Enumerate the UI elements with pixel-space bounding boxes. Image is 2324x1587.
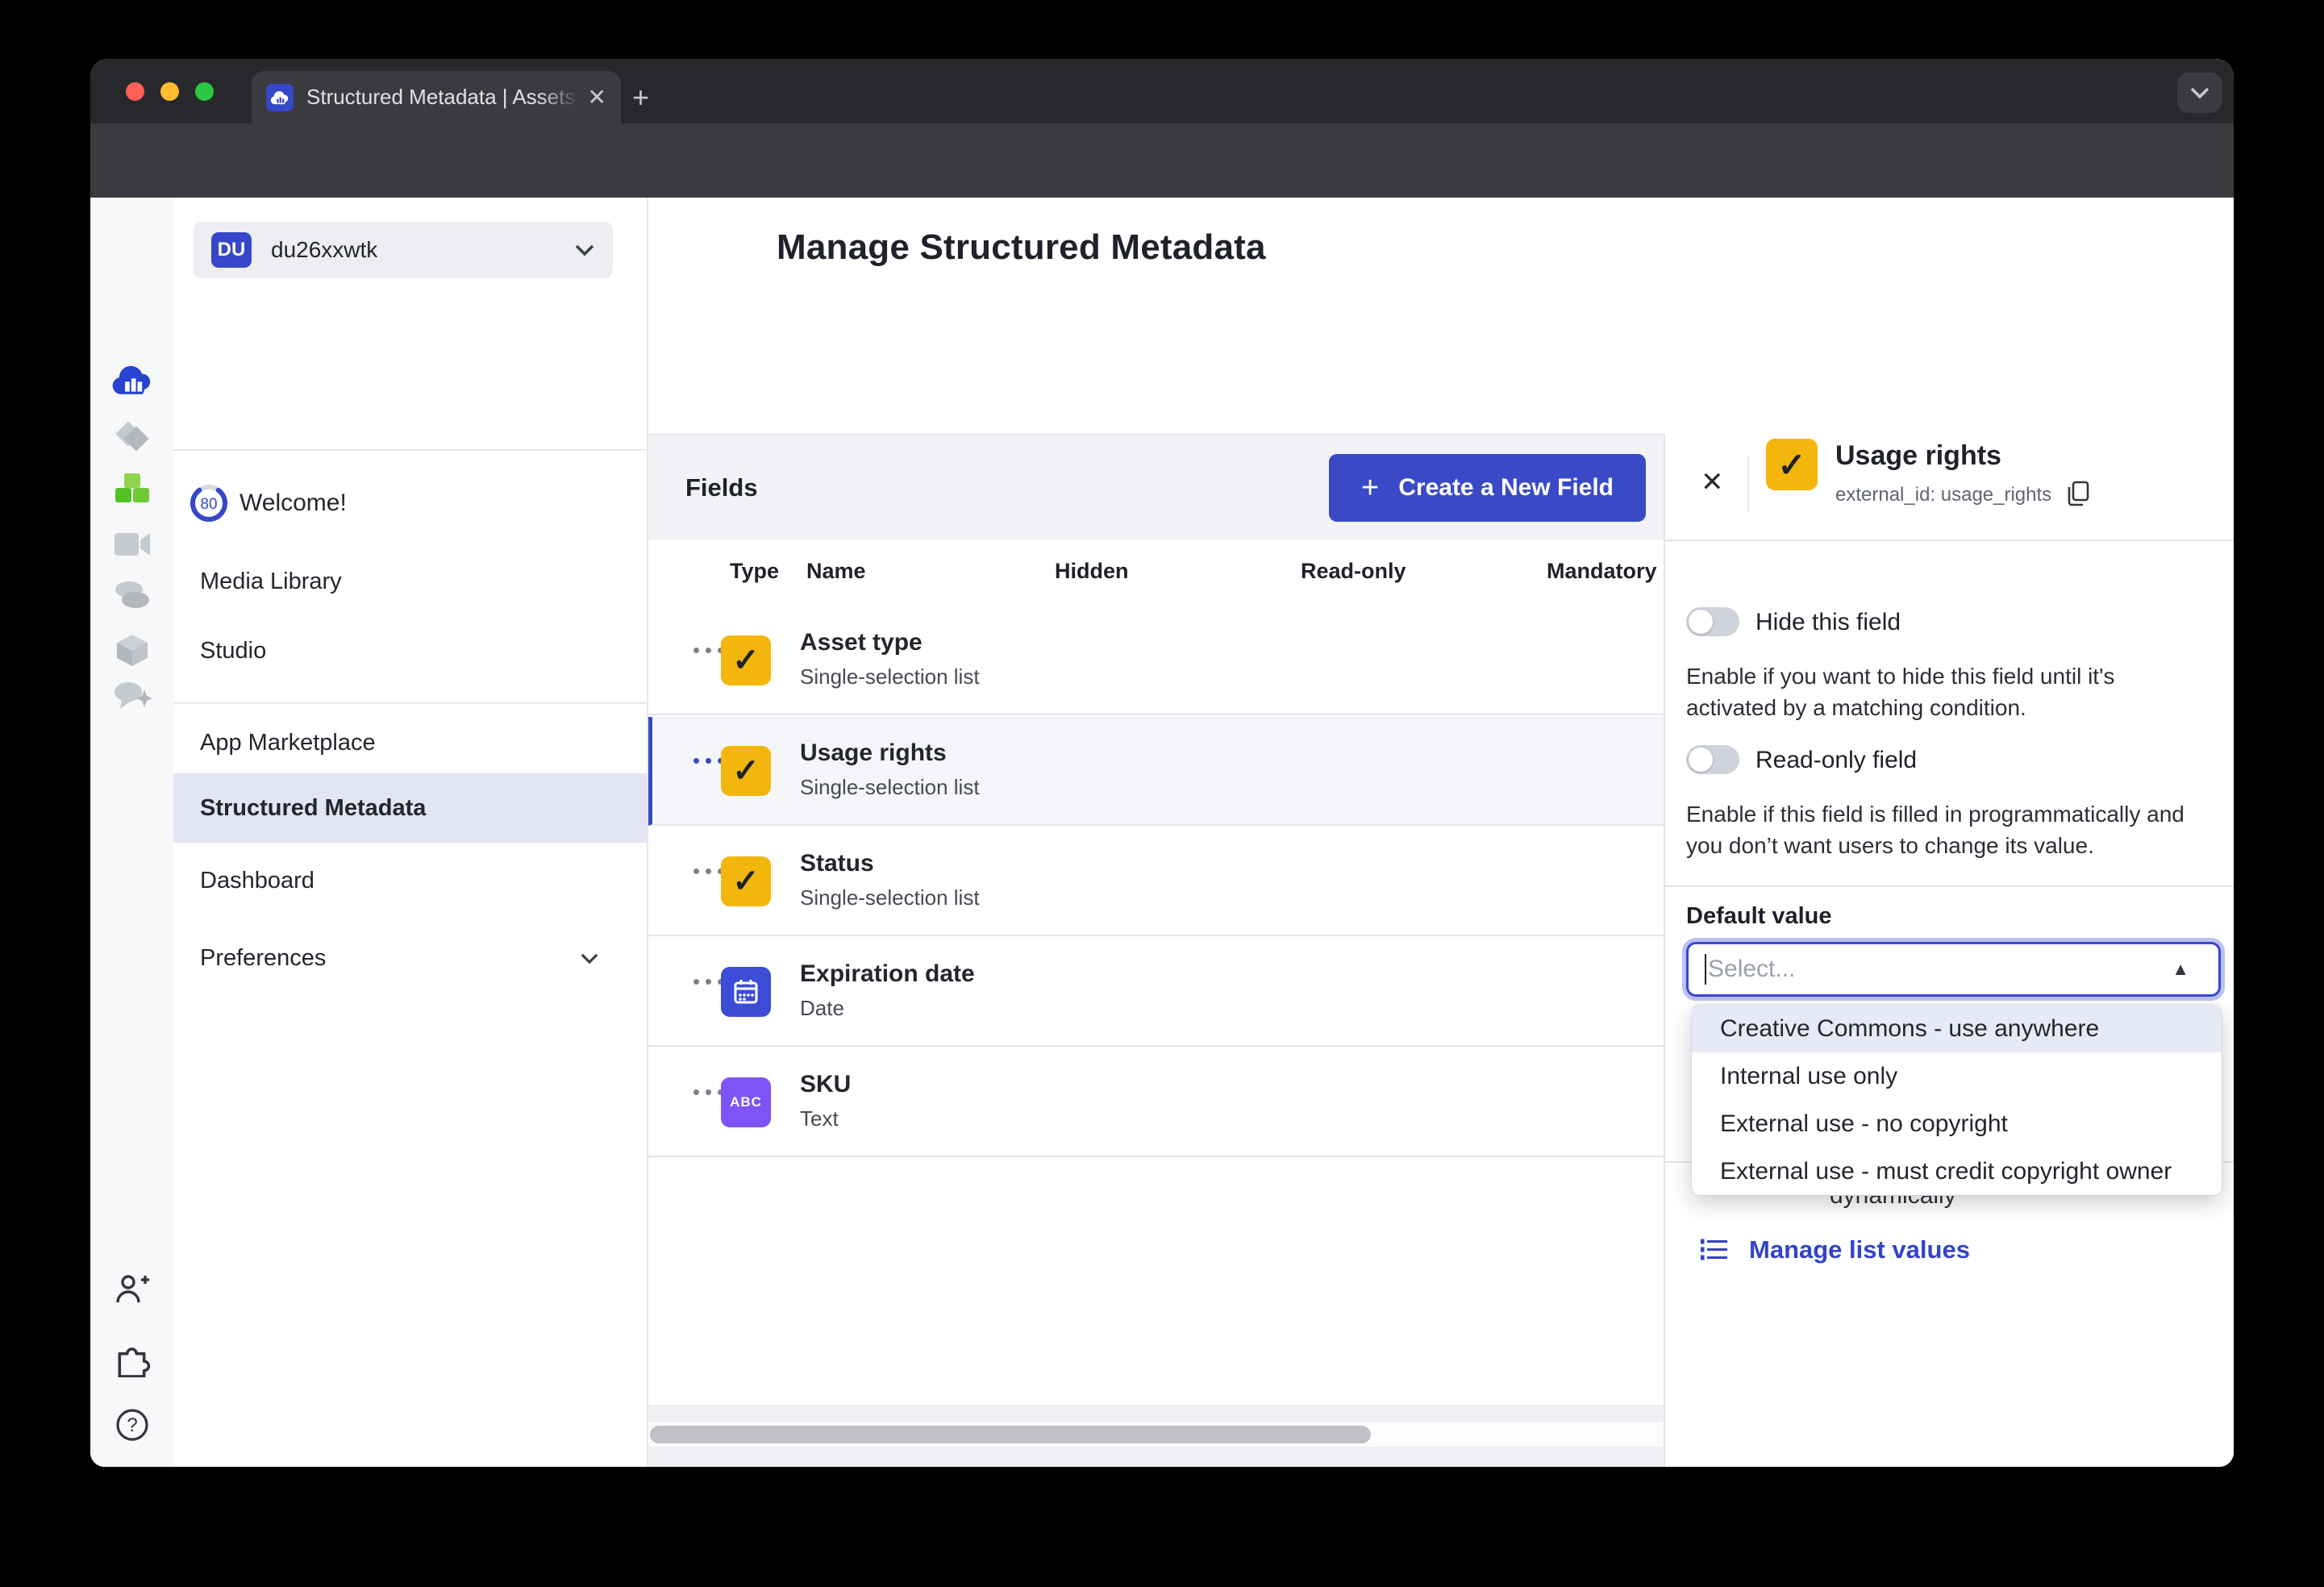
column-hidden: Hidden [1055, 559, 1129, 583]
dropdown-option[interactable]: Internal use only [1692, 1052, 2222, 1100]
create-new-field-button[interactable]: + Create a New Field [1329, 454, 1646, 522]
product-icon-rail: ? [90, 198, 173, 1467]
programmable-media-icon[interactable] [90, 472, 173, 509]
fields-header: Fields + Create a New Field [648, 435, 1664, 539]
divider [173, 449, 647, 451]
browser-toolbar: ← → ⟳ console.cloudinary.com/console/c-0… [90, 123, 2234, 255]
column-name: Name [806, 559, 866, 583]
detail-title: Usage rights [1835, 440, 2001, 471]
chevron-down-icon [575, 244, 594, 256]
maximize-window-button[interactable] [195, 82, 214, 101]
hide-field-label: Hide this field [1755, 609, 1901, 635]
table-row-status[interactable]: ✓ Status Single-selection list [648, 827, 1664, 936]
default-value-label: Default value [1686, 903, 1832, 929]
addons-puzzle-icon[interactable] [90, 1342, 173, 1377]
column-read-only: Read-only [1301, 559, 1406, 583]
single-selection-list-icon: ✓ [721, 856, 771, 906]
tab-search-button[interactable] [2177, 73, 2222, 113]
minimize-window-button[interactable] [160, 82, 179, 101]
dam-stack-icon[interactable] [90, 580, 173, 610]
sidebar-item-dashboard[interactable]: Dashboard [173, 854, 647, 907]
list-icon [1701, 1239, 1727, 1260]
single-selection-list-icon: ✓ [1766, 439, 1818, 490]
table-row-asset-type[interactable]: ✓ Asset type Single-selection list [648, 606, 1664, 715]
single-selection-list-icon: ✓ [721, 635, 771, 685]
single-selection-list-icon: ✓ [721, 746, 771, 796]
divider [1665, 885, 2234, 887]
table-row-expiration-date[interactable]: Expiration date Date [648, 938, 1664, 1047]
account-name: du26xxwtk [271, 237, 378, 262]
progress-ring-icon: 80 [190, 485, 227, 522]
close-icon[interactable]: ✕ [1701, 466, 1724, 498]
read-only-toggle[interactable] [1686, 745, 1739, 774]
cloudinary-logo-icon[interactable] [90, 364, 173, 396]
chevron-down-icon [581, 953, 598, 964]
tab-title: Structured Metadata | Assets [306, 85, 576, 109]
default-value-select[interactable]: ▲ [1686, 942, 2221, 997]
invite-user-icon[interactable] [90, 1273, 173, 1306]
read-only-description: Enable if this field is filled in progra… [1686, 802, 2184, 858]
account-badge: DU [211, 232, 252, 268]
sidebar-item-studio[interactable]: Studio [173, 624, 647, 677]
page-title: Manage Structured Metadata [777, 227, 1266, 267]
sidebar-item-structured-metadata[interactable]: Structured Metadata [173, 773, 647, 843]
table-row-usage-rights[interactable]: ✓ Usage rights Single-selection list [648, 717, 1664, 826]
video-icon[interactable] [90, 530, 173, 559]
manage-list-values-link[interactable]: Manage list values [1701, 1235, 1970, 1264]
tab-strip: Structured Metadata | Assets ✕ + [90, 59, 2234, 123]
chat-spark-icon[interactable] [90, 678, 173, 710]
divider [1747, 456, 1749, 513]
horizontal-scrollbar[interactable] [648, 1422, 1664, 1447]
new-tab-button[interactable]: + [632, 83, 649, 112]
copy-icon[interactable] [2066, 481, 2090, 506]
dropdown-option[interactable]: External use - must credit copyright own… [1692, 1148, 2222, 1195]
browser-window: Structured Metadata | Assets ✕ + ← → ⟳ c… [90, 59, 2234, 1467]
divider [1665, 539, 2234, 541]
hide-field-description: Enable if you want to hide this field un… [1686, 664, 2115, 720]
fields-table-header: Type Name Hidden Read-only Mandatory [648, 539, 1664, 606]
assets-diamonds-icon[interactable] [90, 420, 173, 454]
column-mandatory: Mandatory [1547, 559, 1657, 583]
dropdown-option[interactable]: External use - no copyright [1692, 1100, 2222, 1148]
external-id: external_id: usage_rights [1835, 484, 2052, 506]
sidebar-item-welcome[interactable]: 80 Welcome! [173, 477, 647, 530]
scrollbar-thumb[interactable] [650, 1426, 1371, 1443]
hide-field-toggle[interactable] [1686, 607, 1739, 636]
sidebar-item-app-marketplace[interactable]: App Marketplace [173, 716, 647, 769]
fields-footer [648, 1405, 1664, 1467]
account-selector[interactable]: DU du26xxwtk [194, 222, 613, 278]
date-icon [721, 967, 771, 1017]
tab-close-icon[interactable]: ✕ [588, 84, 606, 110]
close-window-button[interactable] [126, 82, 144, 101]
sidebar-item-media-library[interactable]: Media Library [173, 555, 647, 608]
chevron-down-icon [2190, 87, 2209, 99]
column-type: Type [730, 559, 780, 583]
svg-text:80: 80 [200, 496, 217, 513]
dropdown-option[interactable]: Creative Commons - use anywhere [1692, 1005, 2222, 1052]
table-row-sku[interactable]: ABC SKU Text [648, 1048, 1664, 1157]
svg-text:?: ? [127, 1414, 137, 1436]
help-icon[interactable]: ? [90, 1407, 173, 1443]
detail-header: ✕ ✓ Usage rights external_id: usage_righ… [1665, 434, 2234, 539]
divider [173, 702, 647, 704]
browser-tab[interactable]: Structured Metadata | Assets ✕ [252, 71, 621, 123]
sidebar-item-label: Welcome! [239, 489, 347, 516]
read-only-label: Read-only field [1755, 747, 1918, 773]
text-icon: ABC [721, 1077, 771, 1127]
main-area: Manage Structured Metadata Fields + Crea… [648, 198, 2234, 1467]
plus-icon: + [1361, 470, 1380, 505]
text-cursor [1705, 954, 1706, 985]
sidebar: DU du26xxwtk 80 Welcome! Media Library S… [173, 198, 648, 1467]
fields-panel-title: Fields [685, 473, 758, 502]
field-detail-panel: ✕ ✓ Usage rights external_id: usage_righ… [1665, 434, 2234, 1467]
default-value-input[interactable] [1708, 956, 2218, 983]
default-value-dropdown: Creative Commons - use anywhere Internal… [1692, 1005, 2222, 1195]
cloudinary-favicon-icon [266, 83, 294, 111]
caret-up-icon: ▲ [2172, 959, 2189, 979]
cube-icon[interactable] [90, 631, 173, 669]
sidebar-item-preferences[interactable]: Preferences [173, 931, 647, 985]
window-controls [126, 82, 214, 101]
page-content: ? DU du26xxwtk 80 Welcome! Media Library… [90, 198, 2234, 1467]
